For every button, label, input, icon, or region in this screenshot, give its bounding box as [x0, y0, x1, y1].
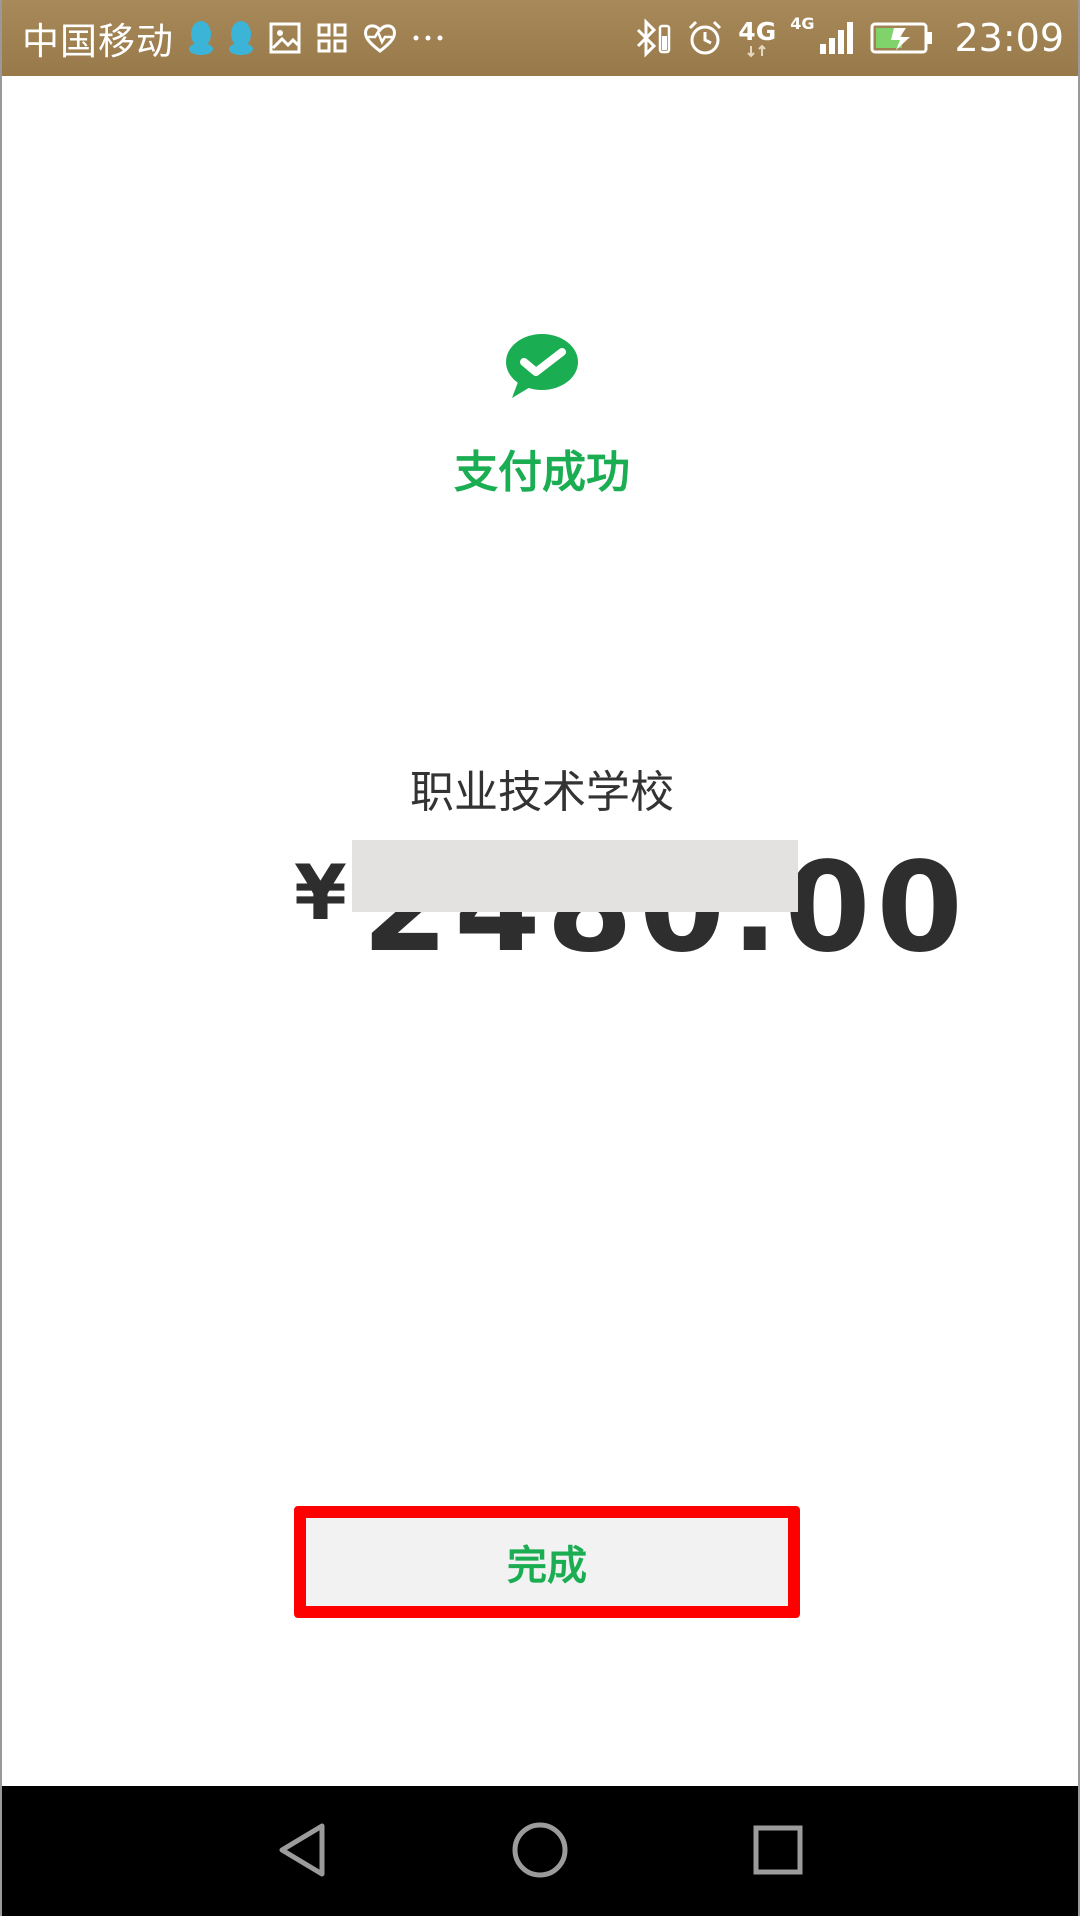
status-bar-left: 中国移动	[22, 0, 444, 76]
gallery-icon	[268, 18, 302, 58]
recents-icon	[750, 1822, 806, 1882]
bluetooth-icon	[634, 18, 672, 58]
network-label: 4G	[738, 16, 777, 46]
merchant-name: 职业技术学校	[410, 767, 674, 818]
network-label-small: 4G	[790, 14, 815, 33]
back-icon	[274, 1820, 330, 1884]
back-button[interactable]	[266, 1816, 338, 1888]
qq-icon	[228, 18, 254, 58]
home-button[interactable]	[504, 1816, 576, 1888]
network-4g-indicator: 4G	[738, 19, 776, 58]
navigation-bar	[2, 1786, 1078, 1916]
apps-icon	[316, 18, 348, 58]
recents-button[interactable]	[742, 1816, 814, 1888]
clock-time: 23:09	[954, 16, 1064, 60]
alarm-icon	[686, 18, 724, 58]
redaction-overlay	[352, 840, 798, 912]
phone-screen: 中国移动 4G 4G 23:09 支付成功 职业技术学校 ¥ 完成	[0, 0, 1080, 1916]
done-button[interactable]: 完成	[306, 1518, 788, 1606]
home-icon	[510, 1820, 570, 1884]
signal-icon	[818, 18, 856, 58]
more-icon	[412, 18, 444, 58]
payment-status-title: 支付成功	[454, 447, 630, 498]
health-icon	[362, 18, 398, 58]
status-bar-right: 4G 4G 23:09	[634, 0, 1064, 76]
battery-icon	[870, 18, 934, 58]
status-bar: 中国移动 4G 4G 23:09	[2, 0, 1078, 76]
qq-icon	[188, 18, 214, 58]
payment-amount: ¥ 2480.00	[2, 840, 1078, 970]
carrier-name: 中国移动	[22, 20, 174, 63]
payment-success-icon	[502, 332, 582, 404]
currency-symbol: ¥	[294, 848, 347, 937]
